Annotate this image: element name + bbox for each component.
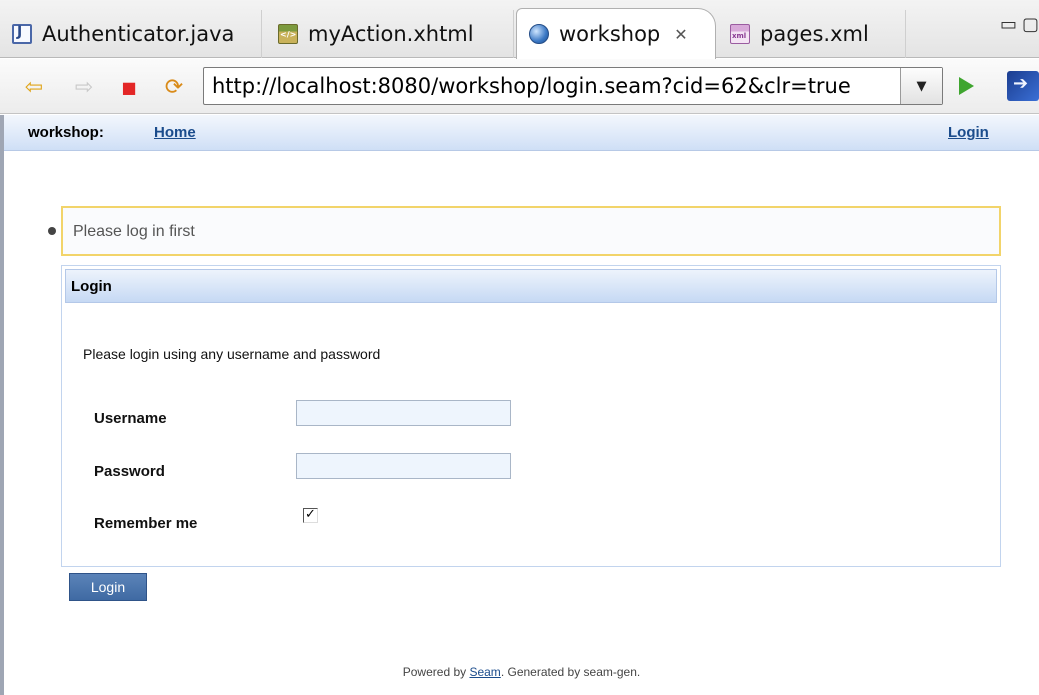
password-input[interactable] bbox=[296, 453, 511, 479]
login-panel: Login Please login using any username an… bbox=[61, 265, 1001, 567]
tab-workshop[interactable]: workshop ✕ bbox=[516, 8, 716, 59]
top-menu-bar: workshop: Home Login bbox=[4, 115, 1039, 151]
footer-suffix: . Generated by seam-gen. bbox=[500, 665, 641, 679]
browser-globe-icon bbox=[529, 24, 549, 44]
seam-link[interactable]: Seam bbox=[469, 665, 500, 679]
xhtml-file-icon bbox=[278, 24, 298, 44]
url-field[interactable]: http://localhost:8080/workshop/login.sea… bbox=[203, 67, 943, 105]
browser-toolbar: ⇦ ⇨ ■ ⟳ http://localhost:8080/workshop/l… bbox=[0, 59, 1039, 114]
tab-label: pages.xml bbox=[760, 22, 869, 46]
xml-file-icon bbox=[730, 24, 750, 44]
refresh-icon[interactable]: ⟳ bbox=[160, 73, 188, 101]
external-browser-icon[interactable] bbox=[1007, 71, 1039, 101]
login-link[interactable]: Login bbox=[948, 124, 989, 141]
password-label: Password bbox=[94, 463, 165, 480]
login-button[interactable]: Login bbox=[69, 573, 147, 601]
forward-arrow-icon[interactable]: ⇨ bbox=[70, 73, 98, 101]
editor-tab-bar: Authenticator.java myAction.xhtml worksh… bbox=[0, 0, 1039, 59]
tab-authenticator-java[interactable]: Authenticator.java bbox=[0, 10, 262, 58]
back-arrow-icon[interactable]: ⇦ bbox=[20, 73, 48, 101]
stop-icon[interactable]: ■ bbox=[115, 73, 143, 101]
java-file-icon bbox=[12, 24, 32, 44]
remember-me-label: Remember me bbox=[94, 515, 198, 532]
login-instructions: Please login using any username and pass… bbox=[83, 346, 381, 362]
remember-me-checkbox[interactable]: ✓ bbox=[303, 508, 318, 523]
message-bullet-icon bbox=[48, 227, 56, 235]
panel-title: Login bbox=[65, 269, 997, 303]
tab-myaction-xhtml[interactable]: myAction.xhtml bbox=[266, 10, 514, 58]
footer-prefix: Powered by bbox=[402, 665, 470, 679]
username-label: Username bbox=[94, 410, 167, 427]
page-footer: Powered by Seam. Generated by seam-gen. bbox=[4, 665, 1039, 679]
close-icon[interactable]: ✕ bbox=[674, 25, 687, 44]
site-brand: workshop: bbox=[28, 124, 104, 141]
tab-pages-xml[interactable]: pages.xml bbox=[718, 10, 906, 58]
chevron-down-icon: ▼ bbox=[916, 78, 927, 94]
info-message: Please log in first bbox=[61, 206, 1001, 256]
username-input[interactable] bbox=[296, 400, 511, 426]
maximize-icon[interactable]: ▢ bbox=[1022, 14, 1039, 35]
go-play-icon[interactable] bbox=[959, 77, 974, 95]
tab-label: myAction.xhtml bbox=[308, 22, 474, 46]
url-history-dropdown[interactable]: ▼ bbox=[900, 68, 942, 104]
home-link[interactable]: Home bbox=[154, 124, 196, 141]
tab-label: workshop bbox=[559, 22, 661, 46]
tab-label: Authenticator.java bbox=[42, 22, 235, 46]
web-page: workshop: Home Login Please log in first… bbox=[0, 115, 1039, 695]
minimize-icon[interactable]: ▭ bbox=[1000, 14, 1017, 35]
